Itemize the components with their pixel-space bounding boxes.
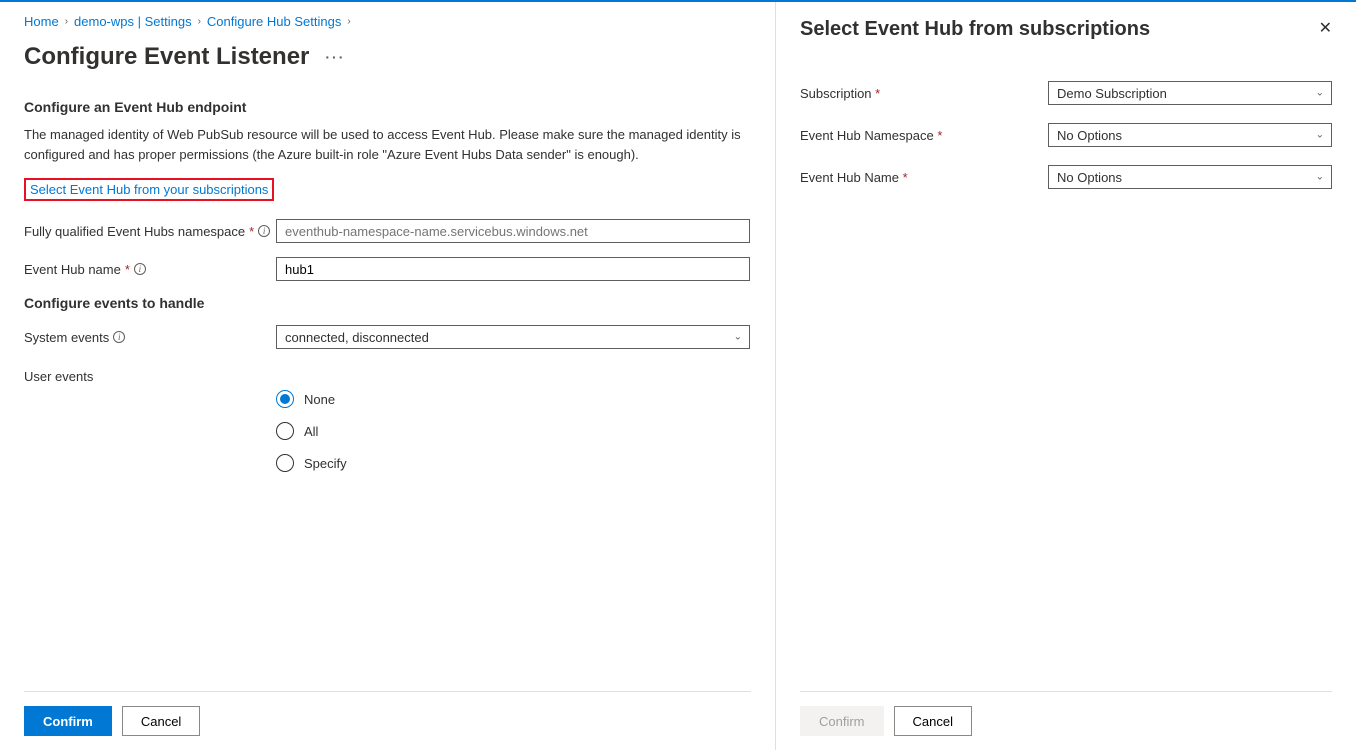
page-title: Configure Event Listener ··· (24, 43, 751, 71)
required-asterisk: * (903, 170, 908, 185)
cancel-button[interactable]: Cancel (122, 706, 200, 736)
radio-all[interactable]: All (276, 422, 751, 440)
side-cancel-button[interactable]: Cancel (894, 706, 972, 736)
eh-name-select[interactable]: No Options (1048, 165, 1332, 189)
eh-namespace-label: Event Hub Namespace * (800, 128, 1048, 143)
breadcrumb-settings[interactable]: demo-wps | Settings (74, 14, 192, 29)
section-events-title: Configure events to handle (24, 295, 751, 311)
radio-button-icon (276, 390, 294, 408)
hubname-input[interactable] (276, 257, 750, 281)
eh-namespace-select[interactable]: No Options (1048, 123, 1332, 147)
side-footer: Confirm Cancel (800, 691, 1332, 750)
confirm-button[interactable]: Confirm (24, 706, 112, 736)
select-from-subs-link[interactable]: Select Event Hub from your subscriptions (30, 182, 268, 197)
system-events-label: System events i (24, 330, 276, 345)
required-asterisk: * (937, 128, 942, 143)
hubname-label: Event Hub name * i (24, 262, 276, 277)
main-panel: Home › demo-wps | Settings › Configure H… (0, 2, 776, 750)
radio-button-icon (276, 422, 294, 440)
breadcrumb-configure[interactable]: Configure Hub Settings (207, 14, 341, 29)
info-icon[interactable]: i (113, 331, 125, 343)
subscription-select[interactable]: Demo Subscription (1048, 81, 1332, 105)
radio-button-icon (276, 454, 294, 472)
main-footer: Confirm Cancel (24, 691, 751, 750)
info-icon[interactable]: i (134, 263, 146, 275)
radio-specify-label: Specify (304, 456, 347, 471)
radio-all-label: All (304, 424, 318, 439)
breadcrumb: Home › demo-wps | Settings › Configure H… (24, 14, 751, 29)
namespace-label: Fully qualified Event Hubs namespace * i (24, 224, 276, 239)
page-title-text: Configure Event Listener (24, 43, 309, 71)
system-events-select[interactable]: connected, disconnected (276, 325, 750, 349)
info-icon[interactable]: i (258, 225, 270, 237)
eh-name-label: Event Hub Name * (800, 170, 1048, 185)
required-asterisk: * (125, 262, 130, 277)
radio-none-label: None (304, 392, 335, 407)
required-asterisk: * (249, 224, 254, 239)
close-icon[interactable]: ✕ (1319, 18, 1332, 38)
namespace-input[interactable] (276, 219, 750, 243)
chevron-right-icon: › (65, 16, 68, 27)
side-panel-title: Select Event Hub from subscriptions (800, 18, 1150, 41)
subscription-label: Subscription * (800, 86, 1048, 101)
user-events-label: User events (24, 363, 276, 384)
chevron-right-icon: › (198, 16, 201, 27)
required-asterisk: * (875, 86, 880, 101)
section-endpoint-title: Configure an Event Hub endpoint (24, 99, 751, 115)
radio-none[interactable]: None (276, 390, 751, 408)
side-confirm-button: Confirm (800, 706, 884, 736)
breadcrumb-home[interactable]: Home (24, 14, 59, 29)
more-icon[interactable]: ··· (325, 49, 345, 65)
chevron-right-icon: › (347, 16, 350, 27)
radio-specify[interactable]: Specify (276, 454, 751, 472)
select-from-subs-highlight: Select Event Hub from your subscriptions (24, 178, 274, 201)
side-panel: Select Event Hub from subscriptions ✕ Su… (776, 2, 1356, 750)
section-endpoint-desc: The managed identity of Web PubSub resou… (24, 125, 751, 164)
